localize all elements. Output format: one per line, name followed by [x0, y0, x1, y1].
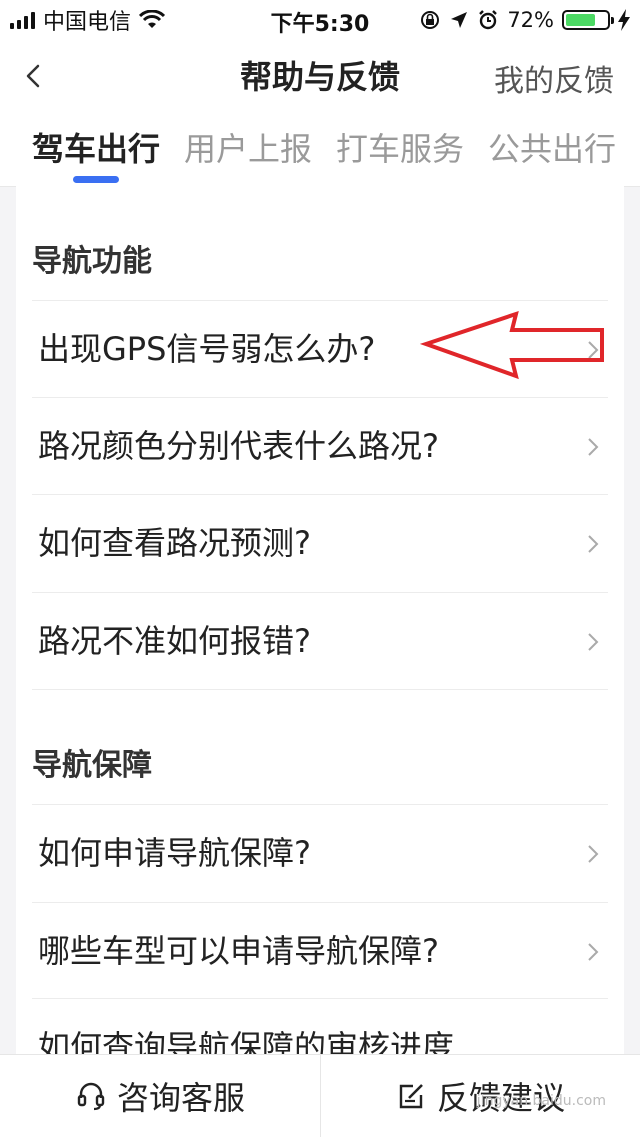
- faq-item[interactable]: 如何申请导航保障?: [32, 806, 608, 902]
- tab-user-report[interactable]: 用户上报: [184, 124, 312, 170]
- faq-question: 如何查询导航保障的审核进度: [38, 1028, 455, 1056]
- faq-item[interactable]: 路况不准如何报错?: [32, 594, 608, 690]
- status-bar: 中国电信 下午5:30 72%: [0, 0, 640, 40]
- chevron-right-icon: [588, 633, 599, 651]
- divider: [32, 300, 608, 301]
- section-title-navigation-features: 导航功能: [32, 244, 152, 279]
- faq-item[interactable]: 如何查看路况预测?: [32, 496, 608, 592]
- charging-icon: [618, 9, 630, 31]
- faq-question: 如何查看路况预测?: [38, 524, 311, 562]
- category-tabs: 驾车出行 用户上报 打车服务 公共出行: [0, 112, 640, 187]
- tab-taxi-service[interactable]: 打车服务: [336, 124, 464, 170]
- chevron-right-icon: [588, 535, 599, 553]
- active-tab-indicator: [73, 176, 119, 183]
- headset-icon: [77, 1082, 105, 1111]
- faq-question: 如何申请导航保障?: [38, 834, 311, 872]
- faq-question: 出现GPS信号弱怎么办?: [38, 330, 376, 368]
- faq-question: 哪些车型可以申请导航保障?: [38, 932, 439, 970]
- orientation-lock-icon: [421, 11, 440, 29]
- faq-item[interactable]: 路况颜色分别代表什么路况?: [32, 399, 608, 495]
- faq-item[interactable]: 如何查询导航保障的审核进度: [32, 1000, 608, 1056]
- divider: [32, 998, 608, 999]
- nav-bar: 帮助与反馈 我的反馈: [0, 40, 640, 112]
- consult-service-button[interactable]: 咨询客服: [0, 1055, 321, 1137]
- tab-driving[interactable]: 驾车出行: [32, 124, 160, 170]
- divider: [32, 689, 608, 690]
- divider: [32, 902, 608, 903]
- location-icon: [451, 12, 468, 28]
- divider: [32, 804, 608, 805]
- bottom-action-bar: 咨询客服 反馈建议 jingyan.baidu.com: [0, 1054, 640, 1137]
- edit-icon: [399, 1084, 423, 1109]
- faq-question: 路况颜色分别代表什么路况?: [38, 427, 439, 465]
- divider: [32, 592, 608, 593]
- alarm-icon: [479, 10, 498, 30]
- watermark: jingyan.baidu.com: [476, 1093, 606, 1109]
- tab-public-transit[interactable]: 公共出行: [488, 124, 616, 170]
- battery-percent: 72%: [507, 8, 554, 32]
- chevron-right-icon: [588, 845, 599, 863]
- consult-service-label: 咨询客服: [116, 1079, 245, 1117]
- divider: [32, 494, 608, 495]
- faq-item[interactable]: 哪些车型可以申请导航保障?: [32, 904, 608, 1000]
- annotation-arrow-icon: [420, 310, 604, 380]
- section-title-navigation-guarantee: 导航保障: [32, 748, 152, 783]
- status-right: 72%: [419, 6, 630, 34]
- faq-question: 路况不准如何报错?: [38, 622, 311, 660]
- chevron-right-icon: [588, 438, 599, 456]
- chevron-right-icon: [588, 943, 599, 961]
- divider: [32, 397, 608, 398]
- my-feedback-link[interactable]: 我的反馈: [494, 56, 614, 100]
- battery-icon: [562, 10, 614, 30]
